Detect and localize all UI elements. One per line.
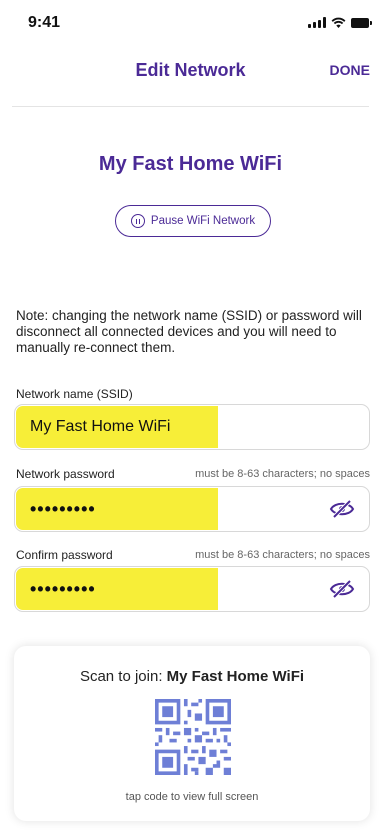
pause-wifi-label: Pause WiFi Network (150, 215, 256, 227)
status-time: 9:41 (28, 14, 61, 31)
confirm-password-label: Confirm password (16, 548, 113, 562)
status-bar: 9:41 (0, 0, 381, 44)
confirm-password-input[interactable]: ••••••••• (14, 566, 370, 612)
password-value: ••••••••• (30, 499, 96, 519)
password-input[interactable]: ••••••••• (14, 486, 370, 532)
confirm-password-hint: must be 8-63 characters; no spaces (195, 549, 370, 561)
wifi-icon (331, 17, 346, 28)
status-icons (308, 17, 372, 28)
edit-network-screen: 9:41 Edit Network DONE My Fast Home WiFi… (0, 0, 381, 835)
ssid-change-note: Note: changing the network name (SSID) o… (16, 308, 362, 355)
confirm-password-value: ••••••••• (30, 579, 96, 599)
network-title: My Fast Home WiFi (98, 153, 283, 175)
pause-icon (130, 214, 145, 228)
cellular-signal-icon (308, 17, 326, 28)
done-button[interactable]: DONE (330, 62, 370, 78)
ssid-input[interactable]: My Fast Home WiFi (14, 404, 370, 450)
qr-hint: tap code to view full screen (125, 791, 259, 803)
battery-icon (351, 18, 372, 28)
qr-network-name: My Fast Home WiFi (166, 668, 305, 685)
pause-wifi-button[interactable]: Pause WiFi Network (115, 205, 271, 237)
password-hint: must be 8-63 characters; no spaces (195, 468, 370, 480)
hide-confirm-password-icon[interactable] (329, 579, 355, 599)
qr-join-card: Scan to join: My Fast Home WiFi tap code… (14, 646, 370, 821)
qr-code[interactable] (155, 699, 231, 775)
ssid-label: Network name (SSID) (16, 387, 133, 401)
ssid-value: My Fast Home WiFi (30, 418, 171, 435)
page-title: Edit Network (135, 60, 246, 80)
nav-divider (12, 106, 369, 107)
hide-password-icon[interactable] (329, 499, 355, 519)
qr-title: Scan to join: My Fast Home WiFi (14, 668, 370, 685)
qr-title-prefix: Scan to join: (79, 668, 167, 685)
password-label: Network password (16, 467, 115, 481)
nav-header: Edit Network DONE (0, 44, 381, 106)
